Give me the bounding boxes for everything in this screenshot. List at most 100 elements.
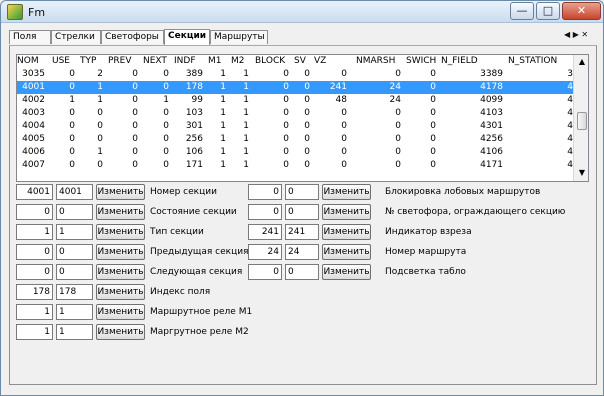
table-cell: 4103 bbox=[480, 108, 503, 118]
table-cell: 0 bbox=[69, 108, 75, 118]
table-cell: 4301 bbox=[480, 121, 503, 131]
tab-prev-icon[interactable]: ◀ bbox=[564, 30, 570, 39]
edit-value-input[interactable]: 24 bbox=[285, 244, 319, 260]
column-header[interactable]: INDF bbox=[174, 55, 203, 68]
maximize-button[interactable]: □ bbox=[536, 2, 560, 20]
table-cell: 256 bbox=[185, 134, 203, 144]
column-header[interactable]: N_FIELD bbox=[441, 55, 503, 68]
table-cell: 0 bbox=[395, 69, 401, 79]
edit-value-input[interactable]: 1 bbox=[56, 224, 93, 240]
current-value-field: 178 bbox=[16, 284, 53, 300]
change-button[interactable]: Изменить bbox=[322, 204, 371, 220]
table-cell: 0 bbox=[283, 69, 289, 79]
table-cell: 1 bbox=[69, 95, 75, 105]
table-cell: 0 bbox=[283, 134, 289, 144]
table-row[interactable]: 4006 0 1 0 0 106 1 1 0 0 0 0 0 4106 4 bbox=[17, 146, 574, 159]
title-bar[interactable]: Fm — □ ✕ bbox=[1, 1, 603, 23]
column-header[interactable]: SV bbox=[294, 55, 310, 68]
application-window: Fm — □ ✕ Поля Стрелки Светофоры Секции М… bbox=[0, 0, 604, 396]
column-header[interactable]: N_STATION bbox=[508, 55, 573, 68]
table-row[interactable]: 3035 0 2 0 0 389 1 1 0 0 0 0 0 3389 3 bbox=[17, 68, 574, 81]
table-cell: 178 bbox=[185, 82, 203, 92]
table-row[interactable]: 4005 0 0 0 0 256 1 1 0 0 0 0 0 4256 4 bbox=[17, 133, 574, 146]
change-button[interactable]: Изменить bbox=[96, 284, 145, 300]
edit-value-input[interactable]: 241 bbox=[285, 224, 319, 240]
table-cell: 1 bbox=[220, 147, 226, 157]
tab-fields[interactable]: Поля bbox=[9, 30, 51, 44]
scroll-thumb[interactable] bbox=[577, 112, 587, 130]
table-cell: 4 bbox=[567, 160, 573, 170]
change-button[interactable]: Изменить bbox=[96, 184, 145, 200]
edit-value-input[interactable]: 0 bbox=[56, 264, 93, 280]
edit-value-input[interactable]: 1 bbox=[56, 304, 93, 320]
tab-signals[interactable]: Светофоры bbox=[101, 30, 164, 44]
table-cell: 171 bbox=[185, 160, 203, 170]
table-cell: 4178 bbox=[480, 82, 503, 92]
tab-switches[interactable]: Стрелки bbox=[51, 30, 101, 44]
column-header[interactable]: NOM bbox=[17, 55, 45, 68]
table-cell: 0 bbox=[283, 121, 289, 131]
scroll-up-icon[interactable]: ▲ bbox=[577, 57, 587, 67]
table-scrollbar[interactable]: ▲ ▼ bbox=[573, 55, 588, 181]
current-value-field: 0 bbox=[248, 204, 282, 220]
edit-value-input[interactable]: 178 bbox=[56, 284, 93, 300]
edit-value-input[interactable]: 0 bbox=[56, 244, 93, 260]
column-header[interactable]: PREV bbox=[108, 55, 138, 68]
column-header[interactable]: TYP bbox=[80, 55, 103, 68]
tab-close-icon[interactable]: ✕ bbox=[581, 30, 588, 39]
table-row[interactable]: 4004 0 0 0 0 301 1 1 0 0 0 0 0 4301 4 bbox=[17, 120, 574, 133]
table-cell: 0 bbox=[69, 160, 75, 170]
change-button[interactable]: Изменить bbox=[322, 184, 371, 200]
table-cell: 1 bbox=[97, 82, 103, 92]
change-button[interactable]: Изменить bbox=[96, 224, 145, 240]
change-button[interactable]: Изменить bbox=[96, 304, 145, 320]
change-button[interactable]: Изменить bbox=[96, 324, 145, 340]
change-button[interactable]: Изменить bbox=[96, 244, 145, 260]
table-cell: 1 bbox=[243, 121, 249, 131]
current-value-field: 1 bbox=[16, 304, 53, 320]
table-row[interactable]: 4003 0 0 0 0 103 1 1 0 0 0 0 0 4103 4 bbox=[17, 107, 574, 120]
scroll-down-icon[interactable]: ▼ bbox=[577, 168, 587, 178]
table-cell: 1 bbox=[243, 134, 249, 144]
column-header[interactable]: BLOCK bbox=[255, 55, 289, 68]
column-header[interactable]: USE bbox=[52, 55, 75, 68]
change-button[interactable]: Изменить bbox=[322, 224, 371, 240]
tab-next-icon[interactable]: ▶ bbox=[573, 30, 579, 39]
table-cell: 0 bbox=[163, 108, 169, 118]
field-label: Состояние секции bbox=[150, 207, 237, 217]
table-row[interactable]: 4002 1 1 0 1 99 1 1 0 0 48 24 0 4099 4 bbox=[17, 94, 574, 107]
table-cell: 0 bbox=[341, 108, 347, 118]
column-header[interactable]: NMARSH bbox=[356, 55, 401, 68]
edit-value-input[interactable]: 0 bbox=[285, 264, 319, 280]
column-header[interactable]: SWICH bbox=[406, 55, 436, 68]
field-label: Следующая секция bbox=[150, 267, 243, 277]
change-button[interactable]: Изменить bbox=[322, 264, 371, 280]
column-header[interactable]: M2 bbox=[231, 55, 249, 68]
column-header[interactable]: NEXT bbox=[143, 55, 169, 68]
field-label: Номер маршрута bbox=[385, 247, 467, 257]
close-button[interactable]: ✕ bbox=[562, 2, 601, 20]
table-cell: 4 bbox=[567, 82, 573, 92]
sections-table[interactable]: NOM USE TYP PREV NEXT INDF M1 M2 BLOCK SV VZ NMARSH… bbox=[16, 54, 589, 182]
edit-value-input[interactable]: 1 bbox=[56, 324, 93, 340]
table-row[interactable]: 4007 0 0 0 0 171 1 1 0 0 0 0 0 4171 4 bbox=[17, 159, 574, 172]
table-cell: 0 bbox=[283, 82, 289, 92]
edit-value-input[interactable]: 4001 bbox=[56, 184, 93, 200]
change-button[interactable]: Изменить bbox=[96, 264, 145, 280]
table-cell: 0 bbox=[283, 160, 289, 170]
tab-sections[interactable]: Секции bbox=[164, 29, 210, 45]
column-header[interactable]: M1 bbox=[208, 55, 226, 68]
table-cell: 4002 bbox=[22, 95, 45, 105]
edit-value-input[interactable]: 0 bbox=[285, 204, 319, 220]
table-row[interactable]: 4001 0 1 0 0 178 1 1 0 0 241 24 0 4178 4 bbox=[17, 81, 574, 94]
table-cell: 103 bbox=[185, 108, 203, 118]
change-button[interactable]: Изменить bbox=[96, 204, 145, 220]
edit-value-input[interactable]: 0 bbox=[285, 184, 319, 200]
tab-routes[interactable]: Маршруты bbox=[210, 30, 268, 44]
edit-value-input[interactable]: 0 bbox=[56, 204, 93, 220]
column-header[interactable]: VZ bbox=[314, 55, 347, 68]
table-cell: 0 bbox=[430, 69, 436, 79]
minimize-button[interactable]: — bbox=[510, 2, 534, 20]
change-button[interactable]: Изменить bbox=[322, 244, 371, 260]
field-label: Маршрутное реле М1 bbox=[150, 307, 253, 317]
